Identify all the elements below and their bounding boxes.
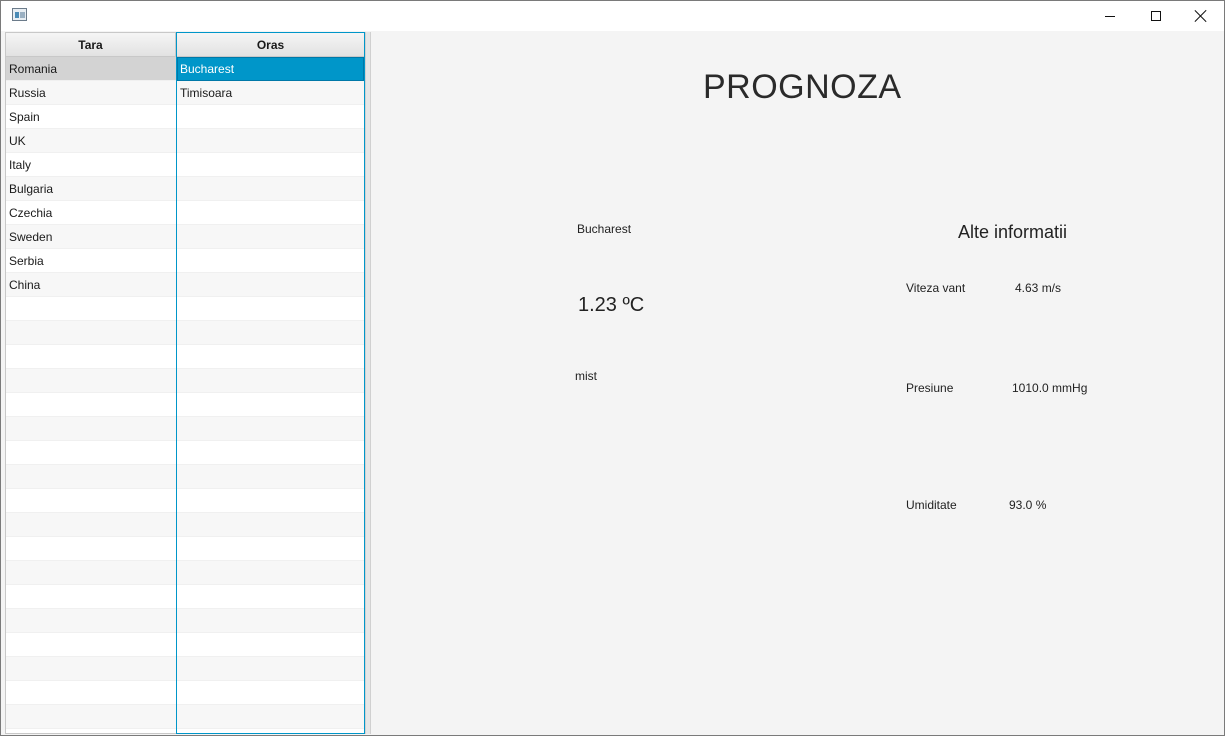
empty-row — [6, 297, 176, 321]
empty-row — [6, 489, 176, 513]
empty-row — [177, 633, 364, 657]
empty-row — [177, 105, 364, 129]
empty-row — [177, 177, 364, 201]
page-title: PROGNOZA — [703, 68, 902, 106]
empty-row — [177, 561, 364, 585]
other-info-heading: Alte informatii — [958, 222, 1068, 242]
empty-row — [6, 585, 176, 609]
empty-row — [177, 441, 364, 465]
close-icon — [1195, 10, 1207, 22]
empty-row — [177, 537, 364, 561]
empty-row — [177, 153, 364, 177]
wind-value: 4.63 m/s — [1015, 281, 1062, 295]
humidity-value: 93.0 % — [1009, 498, 1047, 512]
weather-description: mist — [575, 369, 597, 383]
empty-row — [6, 513, 176, 537]
tara-column-header[interactable]: Tara — [6, 33, 176, 57]
empty-row — [177, 345, 364, 369]
oras-rows: Bucharest Timisoara — [177, 57, 364, 729]
empty-row — [6, 321, 176, 345]
empty-row — [6, 705, 176, 729]
empty-row — [6, 681, 176, 705]
close-button[interactable] — [1178, 1, 1224, 31]
empty-row — [177, 417, 364, 441]
app-window-icon — [12, 8, 27, 21]
humidity-label: Umiditate — [906, 498, 957, 512]
maximize-icon — [1151, 11, 1161, 21]
tara-row[interactable]: Bulgaria — [6, 177, 176, 201]
pressure-label: Presiune — [906, 381, 954, 395]
empty-row — [177, 705, 364, 729]
tara-row[interactable]: Serbia — [6, 249, 176, 273]
oras-row[interactable]: Timisoara — [177, 81, 364, 105]
forecast-panel: PROGNOZA Bucharest 1.23 ºC mist Alte inf… — [371, 32, 1224, 734]
empty-row — [6, 369, 176, 393]
empty-row — [177, 609, 364, 633]
empty-row — [177, 465, 364, 489]
empty-row — [6, 441, 176, 465]
empty-row — [6, 417, 176, 441]
tara-row[interactable]: Italy — [6, 153, 176, 177]
empty-row — [6, 393, 176, 417]
empty-row — [177, 681, 364, 705]
title-bar[interactable] — [1, 1, 1224, 31]
empty-row — [177, 249, 364, 273]
empty-row — [6, 609, 176, 633]
empty-row — [6, 465, 176, 489]
empty-row — [177, 513, 364, 537]
empty-row — [177, 273, 364, 297]
empty-row — [177, 489, 364, 513]
oras-column-header[interactable]: Oras — [177, 33, 364, 57]
empty-row — [6, 345, 176, 369]
empty-row — [177, 393, 364, 417]
oras-table[interactable]: Oras Bucharest Timisoara — [176, 32, 365, 734]
empty-row — [177, 585, 364, 609]
oras-row[interactable]: Bucharest — [177, 57, 364, 81]
tara-row[interactable]: Czechia — [6, 201, 176, 225]
tara-row[interactable]: Sweden — [6, 225, 176, 249]
empty-row — [6, 537, 176, 561]
tara-row[interactable]: UK — [6, 129, 176, 153]
empty-row — [177, 297, 364, 321]
empty-row — [177, 369, 364, 393]
empty-row — [177, 201, 364, 225]
empty-row — [177, 129, 364, 153]
tara-table[interactable]: Tara Romania Russia Spain UK Italy Bulgaria Cz… — [5, 32, 176, 734]
wind-label: Viteza vant — [906, 281, 966, 295]
tara-row[interactable]: Russia — [6, 81, 176, 105]
empty-row — [177, 225, 364, 249]
tara-row[interactable]: Spain — [6, 105, 176, 129]
empty-row — [6, 561, 176, 585]
app-window: Tara Romania Russia Spain UK Italy Bulgaria Cz… — [0, 0, 1225, 736]
empty-row — [6, 633, 176, 657]
city-label: Bucharest — [577, 222, 632, 236]
minimize-button[interactable] — [1087, 1, 1133, 31]
tara-rows: Romania Russia Spain UK Italy Bulgaria Czechia… — [6, 57, 176, 729]
empty-row — [6, 657, 176, 681]
tara-row[interactable]: Romania — [6, 57, 176, 81]
pressure-value: 1010.0 mmHg — [1012, 381, 1088, 395]
temperature-value: 1.23 ºC — [578, 294, 645, 316]
tara-row[interactable]: China — [6, 273, 176, 297]
empty-row — [177, 321, 364, 345]
empty-row — [177, 657, 364, 681]
minimize-icon — [1105, 15, 1115, 17]
maximize-button[interactable] — [1133, 1, 1179, 31]
